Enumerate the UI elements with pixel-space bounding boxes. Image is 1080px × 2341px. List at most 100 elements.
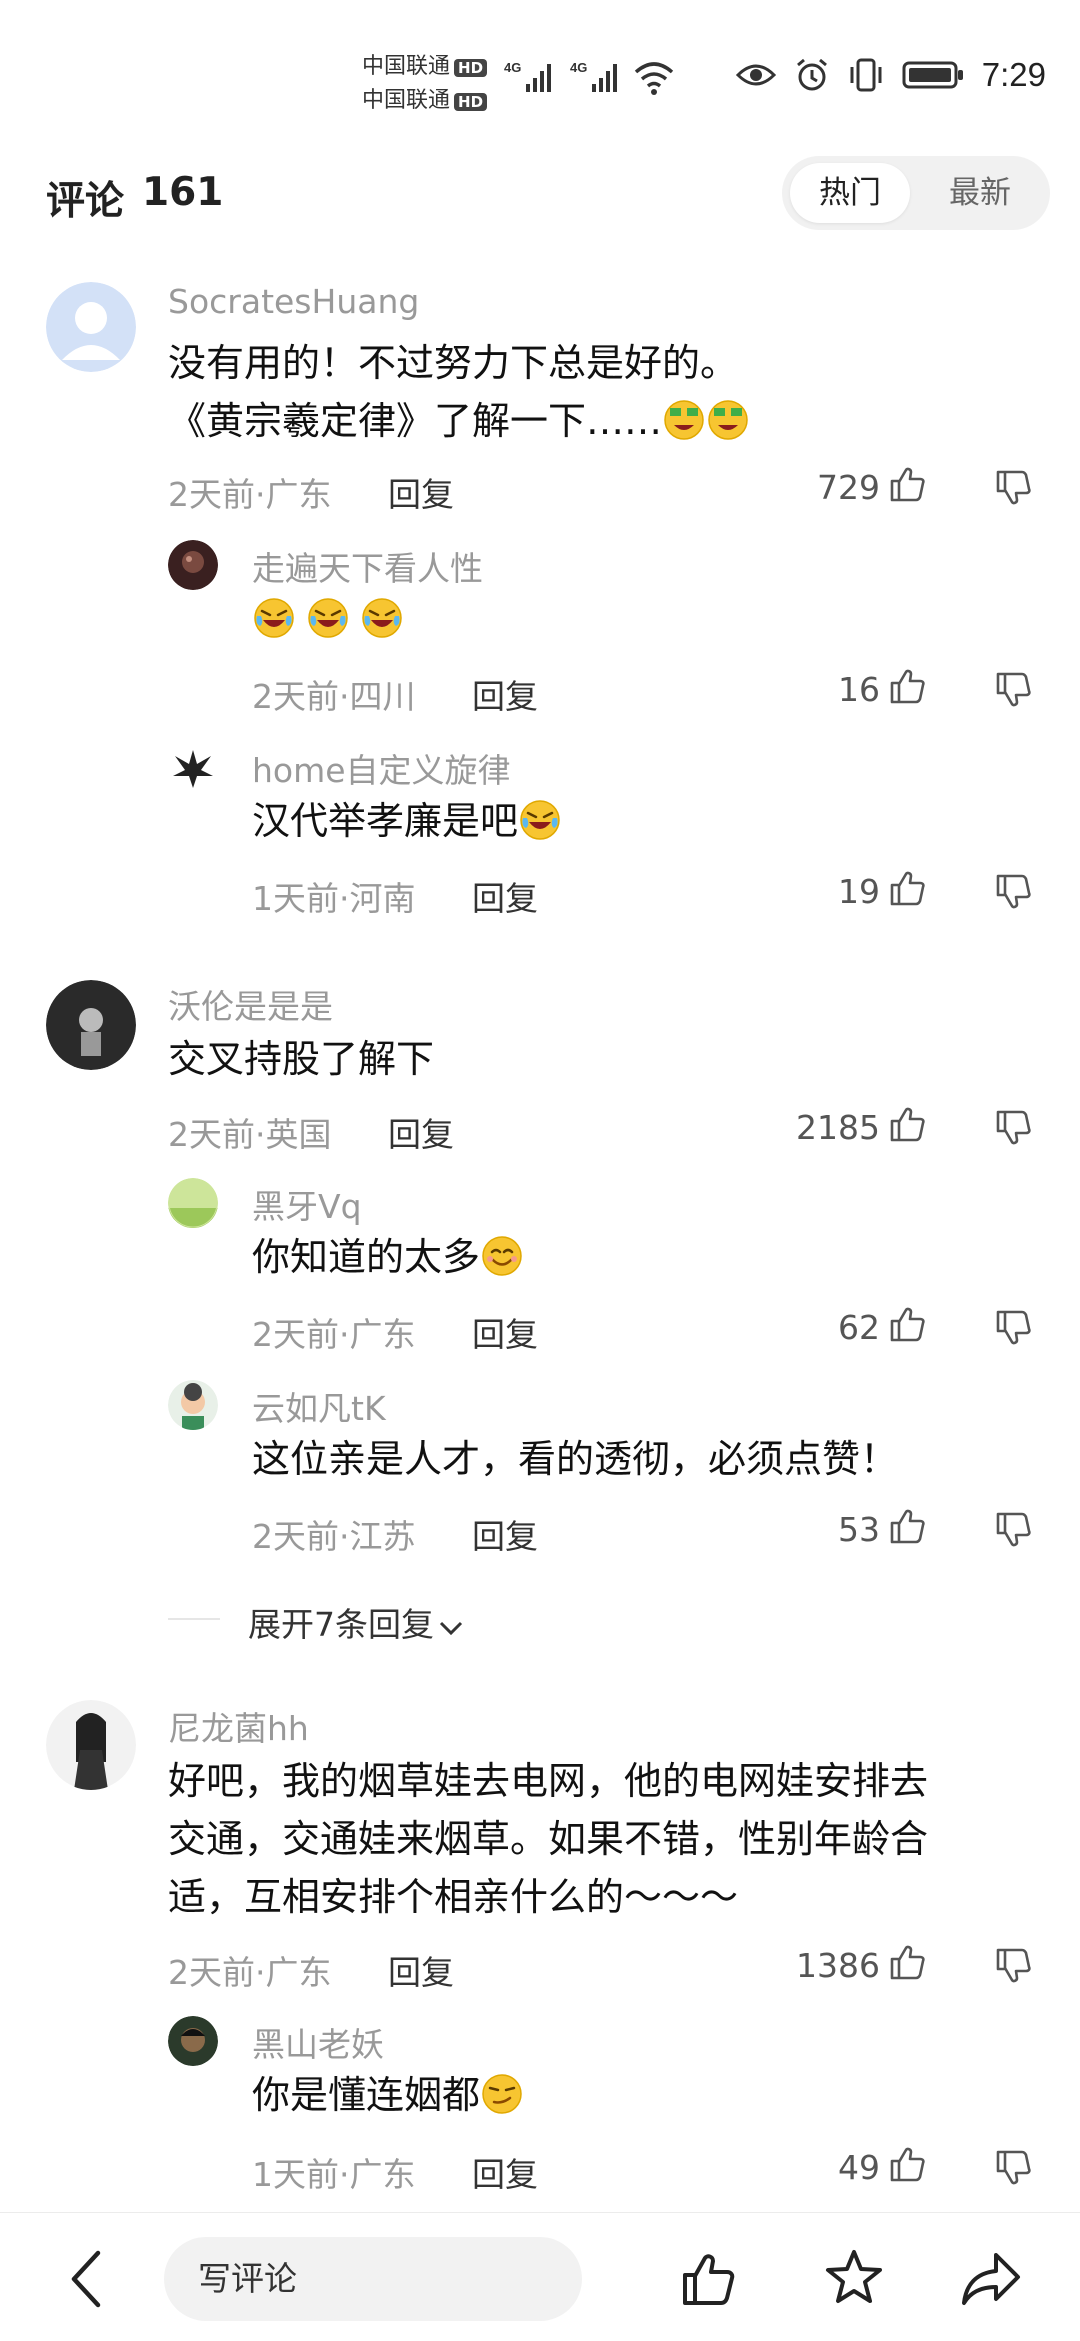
- reply-button[interactable]: 回复: [388, 468, 454, 516]
- like-icon[interactable]: [888, 1104, 928, 1144]
- divider: [168, 1618, 220, 1620]
- emoji-smile-icon: [480, 1234, 524, 1278]
- reply-text: 汉代举孝廉是吧: [252, 792, 562, 850]
- page-title: 评论: [46, 179, 125, 224]
- reply-button[interactable]: 回复: [472, 2148, 538, 2196]
- reply-text: 这位亲是人才，看的透彻，必须点赞！: [252, 1437, 899, 1481]
- reply-author[interactable]: 黑山老妖: [252, 2018, 384, 2066]
- comment-text: 没有用的！不过努力下总是好的。 《黄宗羲定律》了解一下……: [168, 334, 750, 450]
- like-icon[interactable]: [888, 868, 928, 908]
- reply-time-location: 1天前·广东: [252, 2155, 416, 2194]
- avatar[interactable]: [46, 980, 136, 1070]
- like-icon[interactable]: [888, 666, 928, 706]
- comment-text: 好吧，我的烟草娃去电网，他的电网娃安排去 交通，交通娃来烟草。如果不错，性别年龄…: [168, 1759, 929, 1919]
- svg-text:4G: 4G: [570, 60, 587, 75]
- comment-count: 161: [142, 170, 224, 215]
- reply-author[interactable]: home自定义旋律: [252, 744, 511, 792]
- back-icon[interactable]: [66, 2249, 106, 2309]
- eye-icon: [735, 64, 776, 86]
- star-icon[interactable]: [824, 2247, 884, 2307]
- reply-author[interactable]: 黑牙Vq: [252, 1180, 362, 1228]
- carrier-label-2: 中国联通 HD: [362, 82, 488, 114]
- reply-author[interactable]: 走遍天下看人性: [252, 542, 483, 590]
- avatar[interactable]: [168, 540, 218, 590]
- alarm-icon: [796, 58, 827, 91]
- reply-text: 你知道的太多: [252, 1228, 524, 1286]
- reply-button[interactable]: 回复: [472, 1510, 538, 1558]
- avatar[interactable]: [46, 1700, 136, 1790]
- like-icon[interactable]: [888, 2144, 928, 2184]
- reply-time-location: 1天前·河南: [252, 879, 416, 918]
- emoji-laugh-icon: [518, 798, 562, 842]
- like-count: 1386: [796, 1946, 880, 1985]
- status-right: 7:29: [735, 56, 1046, 94]
- like-icon[interactable]: [888, 1506, 928, 1546]
- reply-time-location: 2天前·广东: [252, 1315, 416, 1354]
- dislike-icon[interactable]: [994, 1946, 1034, 1986]
- like-icon[interactable]: [888, 464, 928, 504]
- avatar[interactable]: [168, 742, 218, 792]
- expand-replies-button[interactable]: 展开7条回复: [248, 1598, 464, 1646]
- reply-text: [252, 590, 404, 648]
- tab-hot[interactable]: 热门: [790, 163, 910, 223]
- reply-button[interactable]: 回复: [388, 1946, 454, 1994]
- dislike-icon[interactable]: [994, 670, 1034, 710]
- like-count: 49: [838, 2148, 880, 2187]
- like-count: 19: [838, 872, 880, 911]
- chevron-down-icon: [439, 1621, 463, 1636]
- signal-icon-2: 4G: [570, 60, 617, 92]
- share-icon[interactable]: [960, 2249, 1022, 2309]
- emoji-laugh-icon: [360, 596, 404, 640]
- clock: 7:29: [981, 56, 1046, 93]
- sort-toggle: 热门 最新: [782, 156, 1050, 230]
- comment-input[interactable]: 写评论: [164, 2237, 582, 2321]
- comments-header: 评论 161 热门 最新: [0, 150, 1080, 240]
- battery-icon: [902, 61, 963, 89]
- signal-icon-1: 4G: [504, 60, 551, 92]
- emoji-laugh-icon: [306, 596, 350, 640]
- emoji-laugh-icon: [252, 596, 296, 640]
- dislike-icon[interactable]: [994, 1510, 1034, 1550]
- dislike-icon[interactable]: [994, 1108, 1034, 1148]
- comment-author[interactable]: 尼龙菌hh: [168, 1702, 309, 1750]
- vibrate-icon: [850, 58, 882, 92]
- like-count: 16: [838, 670, 880, 709]
- like-count: 53: [838, 1510, 880, 1549]
- avatar[interactable]: [168, 1178, 218, 1228]
- emoji-money-icon: [662, 398, 706, 442]
- like-icon[interactable]: [888, 1942, 928, 1982]
- reply-button[interactable]: 回复: [388, 1108, 454, 1156]
- bottom-action-bar: 写评论: [0, 2212, 1080, 2341]
- comment-author[interactable]: 沃伦是是是: [168, 980, 333, 1028]
- comment-time-location: 2天前·英国: [168, 1115, 332, 1154]
- reply-time-location: 2天前·四川: [252, 677, 416, 716]
- comment-author[interactable]: SocratesHuang: [168, 282, 419, 321]
- avatar[interactable]: [168, 2016, 218, 2066]
- reply-author[interactable]: 云如凡tK: [252, 1382, 386, 1430]
- avatar[interactable]: [46, 282, 136, 372]
- reply-button[interactable]: 回复: [472, 872, 538, 920]
- comment-text: 交叉持股了解下: [168, 1037, 435, 1081]
- svg-text:4G: 4G: [504, 60, 521, 75]
- like-icon[interactable]: [888, 1304, 928, 1344]
- like-count: 2185: [796, 1108, 880, 1147]
- dislike-icon[interactable]: [994, 468, 1034, 508]
- dislike-icon[interactable]: [994, 2148, 1034, 2188]
- emoji-money-icon: [706, 398, 750, 442]
- like-icon[interactable]: [680, 2249, 740, 2309]
- status-bar: 中国联通 HD 中国联通 HD 4G 4G 7:29: [0, 0, 1080, 150]
- avatar[interactable]: [168, 1380, 218, 1430]
- reply-button[interactable]: 回复: [472, 670, 538, 718]
- dislike-icon[interactable]: [994, 1308, 1034, 1348]
- wifi-icon: [634, 62, 674, 95]
- dislike-icon[interactable]: [994, 872, 1034, 912]
- reply-time-location: 2天前·江苏: [252, 1517, 416, 1556]
- tab-latest[interactable]: 最新: [920, 163, 1040, 223]
- comment-time-location: 2天前·广东: [168, 1953, 332, 1992]
- reply-button[interactable]: 回复: [472, 1308, 538, 1356]
- like-count: 62: [838, 1308, 880, 1347]
- comment-time-location: 2天前·广东: [168, 475, 332, 514]
- carrier-label-1: 中国联通 HD: [362, 48, 488, 80]
- emoji-smirk-icon: [480, 2072, 524, 2116]
- like-count: 729: [817, 468, 880, 507]
